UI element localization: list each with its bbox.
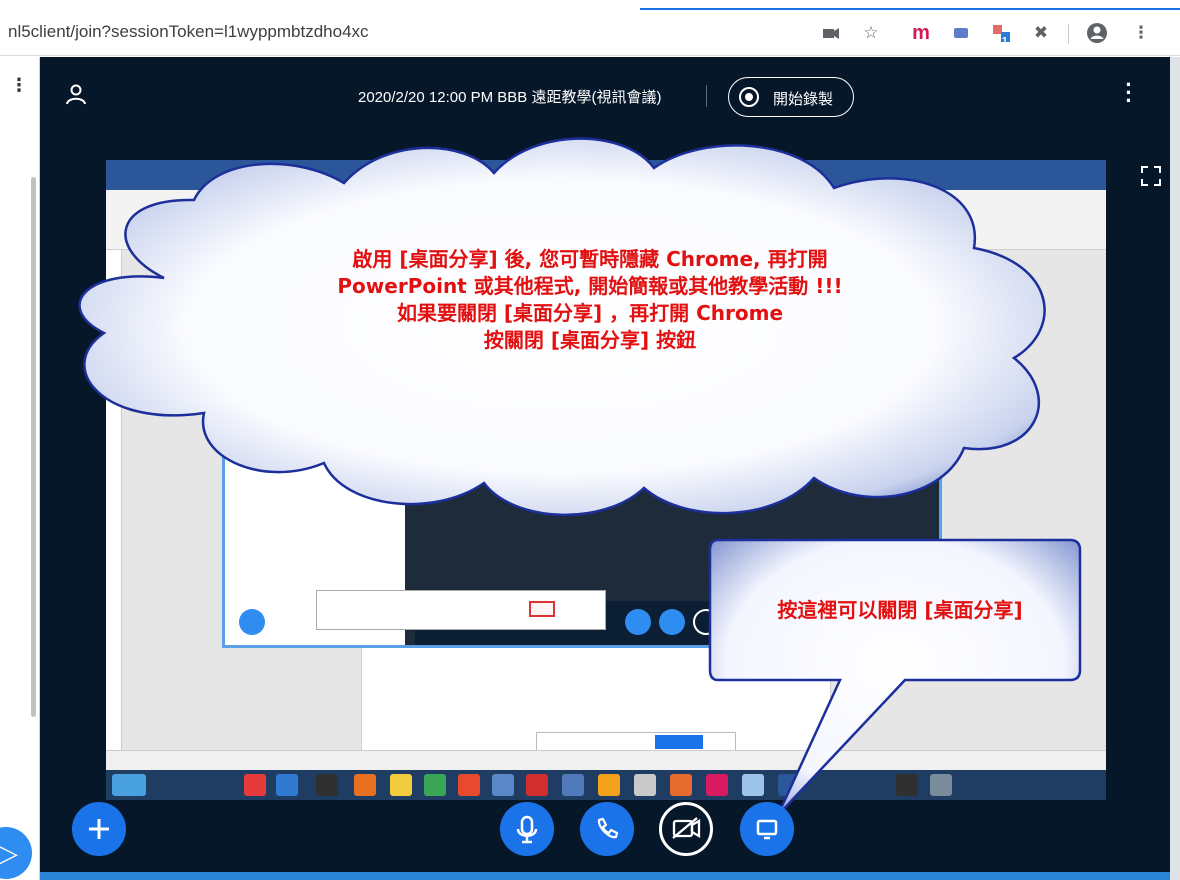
camera-icon[interactable]: [820, 22, 842, 44]
browser-toolbar: nl5client/join?sessionToken=l1wyppmbtzdh…: [0, 10, 1180, 56]
cloud-line-2: PowerPoint 或其他程式, 開始簡報或其他教學活動 !!!: [337, 274, 843, 298]
scrollbar[interactable]: [31, 177, 36, 717]
start-recording-button[interactable]: 開始錄製: [728, 77, 854, 117]
extension-pen-icon[interactable]: [950, 22, 972, 44]
taskbar-app-icon: [390, 774, 412, 796]
cloud-line-3: 如果要關閉 [桌面分享] ，再打開 Chrome: [396, 301, 784, 325]
camera-button[interactable]: [659, 802, 713, 856]
taskbar-app-icon: [670, 774, 692, 796]
tab-strip-edge: [0, 0, 1180, 10]
taskbar-app-icon: [424, 774, 446, 796]
extension-puzzle-icon[interactable]: 1: [990, 22, 1012, 47]
cloud-callout-text: 啟用 [桌面分享] 後, 您可暫時隱藏 Chrome, 再打開 PowerPoi…: [200, 246, 980, 354]
browser-menu-icon[interactable]: ⋮: [1130, 22, 1152, 44]
toolbar-divider: [1068, 24, 1069, 44]
taskbar-app-icon: [244, 774, 266, 796]
stop-sharing-mini: [655, 735, 703, 749]
extension-m-icon[interactable]: m: [910, 22, 932, 44]
fullscreen-icon[interactable]: [1140, 165, 1162, 187]
microphone-button[interactable]: [500, 802, 554, 856]
taskbar-app-icon: [598, 774, 620, 796]
header-divider: [706, 85, 707, 107]
nested-mic-icon: [625, 609, 651, 635]
box-callout-text: 按這裡可以關閉 [桌面分享]: [777, 598, 1023, 622]
actions-button[interactable]: [72, 802, 126, 856]
send-fab-icon[interactable]: ▷: [0, 827, 32, 879]
extension-cross-icon[interactable]: ✖: [1030, 22, 1052, 44]
side-menu-icon[interactable]: ⋮: [10, 75, 28, 96]
taskbar-app-icon: [458, 774, 480, 796]
user-icon[interactable]: [64, 83, 88, 107]
microphone-icon: [516, 815, 538, 844]
nested-phone-icon: [659, 609, 685, 635]
record-button-label: 開始錄製: [773, 91, 834, 108]
background-page-strip: ⋮ ▷: [0, 57, 40, 880]
screen-share-icon: [756, 819, 778, 840]
cloud-line-1: 啟用 [桌面分享] 後, 您可暫時隱藏 Chrome, 再打開: [352, 247, 828, 271]
record-icon: [739, 87, 759, 107]
nested-plus-icon: [239, 609, 265, 635]
options-menu-icon[interactable]: · · ·: [1124, 74, 1134, 112]
window-right-edge: [1170, 57, 1180, 880]
taskbar-app-icon: [634, 774, 656, 796]
address-bar-url[interactable]: nl5client/join?sessionToken=l1wyppmbtzdh…: [8, 22, 369, 42]
box-callout-shape: [708, 538, 1082, 816]
profile-icon[interactable]: [1086, 22, 1108, 44]
plus-icon: [89, 819, 109, 839]
screen-share-button[interactable]: [740, 802, 794, 856]
bookmark-star-icon[interactable]: ☆: [860, 22, 882, 44]
start-button-icon: [112, 774, 146, 796]
taskbar-app-icon: [526, 774, 548, 796]
screenshot-root: nl5client/join?sessionToken=l1wyppmbtzdh…: [0, 0, 1180, 880]
nested-confirm-dialog: [316, 590, 606, 630]
camera-off-icon: [672, 817, 701, 839]
leave-audio-button[interactable]: [580, 802, 634, 856]
taskbar-app-icon: [492, 774, 514, 796]
taskbar-app-icon: [276, 774, 298, 796]
nested-highlight-box: [529, 601, 555, 617]
meeting-title: 2020/2/20 12:00 PM BBB 遠距教學(視訊會議): [358, 89, 662, 106]
extension-badge: 1: [1002, 36, 1008, 47]
taskbar-app-icon: [562, 774, 584, 796]
window-bottom-edge: [40, 872, 1170, 880]
taskbar-app-icon: [354, 774, 376, 796]
phone-icon: [597, 817, 619, 839]
cloud-line-4: 按關閉 [桌面分享] 按鈕: [483, 328, 697, 352]
taskbar-app-icon: [316, 774, 338, 796]
